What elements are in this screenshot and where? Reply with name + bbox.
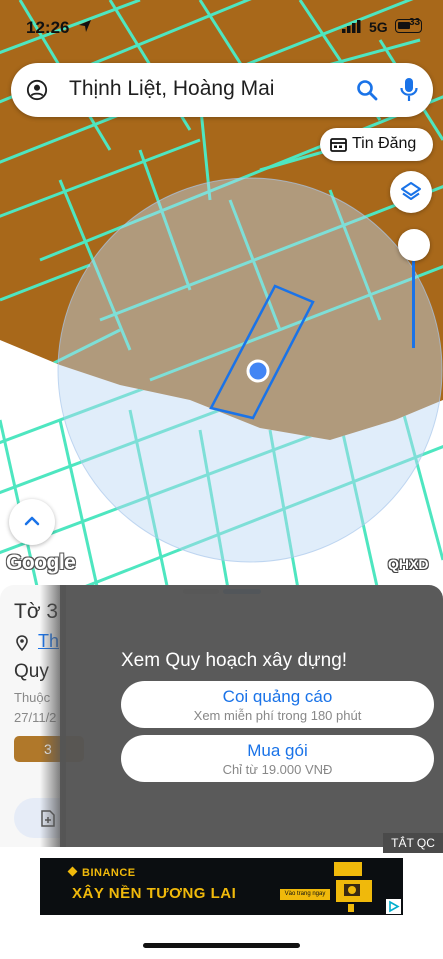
expand-up-button[interactable] [9,499,55,545]
tin-dang-button[interactable]: Tin Đăng [320,128,433,161]
status-time: 12:26 [26,18,70,37]
battery-level: 33 [409,17,421,28]
network-type: 5G [369,19,388,35]
buy-package-label: Mua gói [247,741,308,760]
ad-choices-icon[interactable] [386,899,401,914]
calendar-icon [330,138,347,152]
tin-dang-label: Tin Đăng [352,135,417,152]
layers-button[interactable] [390,171,432,213]
current-location-dot [246,359,270,383]
binance-logo-icon [67,866,78,877]
watch-ad-label: Coi quảng cáo [222,687,333,706]
mic-icon[interactable] [399,77,419,103]
chevron-up-icon [24,516,40,526]
opacity-slider-track[interactable] [412,246,415,348]
battery-icon: 33 [395,17,422,33]
home-indicator [143,943,300,948]
ad-brand: BINANCE [82,867,136,879]
ad-tagline: XÂY NỀN TƯƠNG LAI [72,885,237,902]
ad-cta[interactable]: Vào trang ngay [280,889,330,900]
ad-illustration [334,862,372,912]
signal-icon [342,20,361,33]
opacity-slider-thumb[interactable] [398,229,430,261]
hide-ads-button[interactable]: TẮT QC [383,833,443,853]
search-bar[interactable]: Thịnh Liệt, Hoàng Mai [11,63,433,117]
ad-banner[interactable]: BINANCE XÂY NỀN TƯƠNG LAI Vào trang ngay [40,858,403,915]
layers-icon [401,182,421,200]
watch-ad-sublabel: Xem miễn phí trong 180 phút [193,708,362,723]
search-icon[interactable] [355,78,379,102]
search-query[interactable]: Thịnh Liệt, Hoàng Mai [69,77,274,101]
buy-package-sublabel: Chỉ từ 19.000 VNĐ [222,762,333,777]
google-logo: Google [6,551,76,574]
paywall-title: Xem Quy hoạch xây dựng! [121,650,348,671]
location-pin-icon [16,635,28,651]
location-arrow-icon [79,20,91,32]
layer-label: QHXD [388,556,429,572]
watch-ad-button[interactable]: Coi quảng cáo Xem miễn phí trong 180 phú… [121,681,434,728]
buy-package-button[interactable]: Mua gói Chỉ từ 19.000 VNĐ [121,735,434,782]
account-icon[interactable] [26,79,48,101]
